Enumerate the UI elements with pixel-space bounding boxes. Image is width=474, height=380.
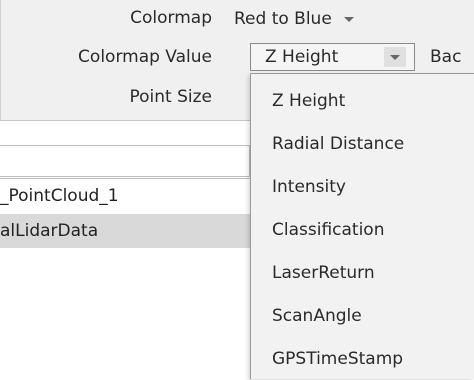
colormap-label: Colormap bbox=[130, 8, 212, 28]
colormap-value-select-value: Z Height bbox=[265, 47, 339, 67]
chevron-down-icon bbox=[390, 54, 400, 60]
option-scan-angle[interactable]: ScanAngle bbox=[251, 295, 474, 337]
tree-item-selected[interactable]: alLidarData bbox=[0, 214, 250, 248]
filter-input-area[interactable] bbox=[0, 145, 250, 177]
point-size-label: Point Size bbox=[129, 87, 212, 107]
option-gps-time-stamp[interactable]: GPSTimeStamp bbox=[251, 338, 474, 380]
colormap-value-label: Colormap Value bbox=[78, 47, 212, 67]
tree-item-label: alLidarData bbox=[0, 221, 99, 241]
tree-item-label: _PointCloud_1 bbox=[0, 186, 119, 206]
tree-item[interactable]: _PointCloud_1 bbox=[0, 179, 250, 213]
layer-tree: _PointCloud_1 alLidarData bbox=[0, 178, 250, 380]
colormap-select-value: Red to Blue bbox=[234, 9, 332, 29]
dropdown-button[interactable] bbox=[384, 47, 406, 67]
truncated-label: Bac bbox=[430, 47, 462, 67]
option-intensity[interactable]: Intensity bbox=[251, 166, 474, 208]
chevron-down-icon bbox=[343, 16, 354, 22]
colormap-value-dropdown-list: Z Height Radial Distance Intensity Class… bbox=[250, 73, 474, 379]
colormap-select[interactable]: Red to Blue bbox=[234, 6, 354, 32]
option-radial-distance[interactable]: Radial Distance bbox=[251, 123, 474, 165]
option-laser-return[interactable]: LaserReturn bbox=[251, 252, 474, 294]
colormap-value-select[interactable]: Z Height bbox=[250, 43, 415, 71]
option-classification[interactable]: Classification bbox=[251, 209, 474, 251]
option-z-height[interactable]: Z Height bbox=[251, 80, 474, 122]
